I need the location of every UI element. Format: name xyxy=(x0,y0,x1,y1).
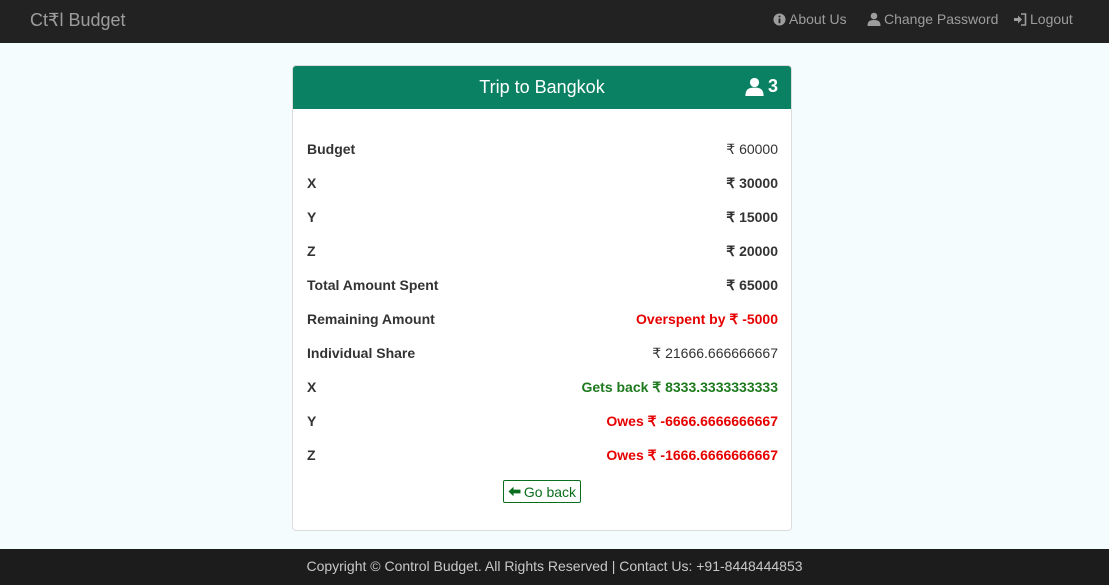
budget-row: Budget ₹ 60000 xyxy=(307,139,778,159)
brand-logo[interactable]: Ct₹l Budget xyxy=(30,10,126,31)
person-z-spent-row: Z ₹ 20000 xyxy=(307,241,778,261)
row-label: Remaining Amount xyxy=(307,311,435,327)
logout-label: Logout xyxy=(1030,11,1073,27)
individual-share-row: Individual Share ₹ 21666.666666667 xyxy=(307,343,778,363)
about-us-label: About Us xyxy=(789,11,847,27)
person-x-spent-row: X ₹ 30000 xyxy=(307,173,778,193)
row-value: ₹ 20000 xyxy=(726,242,778,259)
about-us-link[interactable]: About Us xyxy=(773,11,847,27)
footer-text: Copyright © Control Budget. All Rights R… xyxy=(306,558,803,574)
login-icon xyxy=(1014,12,1027,26)
row-label: X xyxy=(307,379,317,395)
row-value: ₹ 30000 xyxy=(726,174,778,191)
user-icon xyxy=(745,77,764,96)
row-label: Total Amount Spent xyxy=(307,277,439,293)
row-value: ₹ 60000 xyxy=(726,140,778,157)
top-navbar: Ct₹l Budget About Us Change Password Log… xyxy=(0,0,1109,43)
member-count-badge: 3 xyxy=(745,76,778,97)
logout-link[interactable]: Logout xyxy=(1013,11,1073,27)
row-value: Overspent by ₹ -5000 xyxy=(636,310,778,327)
member-count: 3 xyxy=(767,76,778,96)
info-icon xyxy=(773,12,786,26)
row-value: Owes ₹ -6666.6666666667 xyxy=(606,412,778,429)
card-header: Trip to Bangkok 3 xyxy=(293,66,791,109)
person-x-balance-row: X Gets back ₹ 8333.3333333333 xyxy=(307,377,778,397)
row-value: Owes ₹ -1666.6666666667 xyxy=(606,446,778,463)
row-value: ₹ 21666.666666667 xyxy=(652,344,778,361)
remaining-amount-row: Remaining Amount Overspent by ₹ -5000 xyxy=(307,309,778,329)
trip-card: Trip to Bangkok 3 Budget ₹ 60000 X ₹ 300… xyxy=(292,65,792,531)
row-value: Gets back ₹ 8333.3333333333 xyxy=(581,378,778,395)
row-label: Individual Share xyxy=(307,345,416,361)
user-icon xyxy=(867,12,881,26)
row-label: X xyxy=(307,175,317,191)
change-password-link[interactable]: Change Password xyxy=(867,11,998,27)
go-back-button[interactable]: Go back xyxy=(503,480,581,503)
change-password-label: Change Password xyxy=(884,11,999,27)
trip-title: Trip to Bangkok xyxy=(479,77,605,97)
row-label: Z xyxy=(307,447,316,463)
row-label: Z xyxy=(307,243,316,259)
row-label: Y xyxy=(307,209,317,225)
row-label: Y xyxy=(307,413,317,429)
page-footer: Copyright © Control Budget. All Rights R… xyxy=(0,549,1109,585)
row-value: ₹ 15000 xyxy=(726,208,778,225)
row-label: Budget xyxy=(307,141,356,157)
person-y-balance-row: Y Owes ₹ -6666.6666666667 xyxy=(307,411,778,431)
arrow-left-icon xyxy=(508,486,521,497)
go-back-label: Go back xyxy=(523,483,577,500)
person-z-balance-row: Z Owes ₹ -1666.6666666667 xyxy=(307,445,778,465)
person-y-spent-row: Y ₹ 15000 xyxy=(307,207,778,227)
total-spent-row: Total Amount Spent ₹ 65000 xyxy=(307,275,778,295)
row-value: ₹ 65000 xyxy=(726,276,778,293)
